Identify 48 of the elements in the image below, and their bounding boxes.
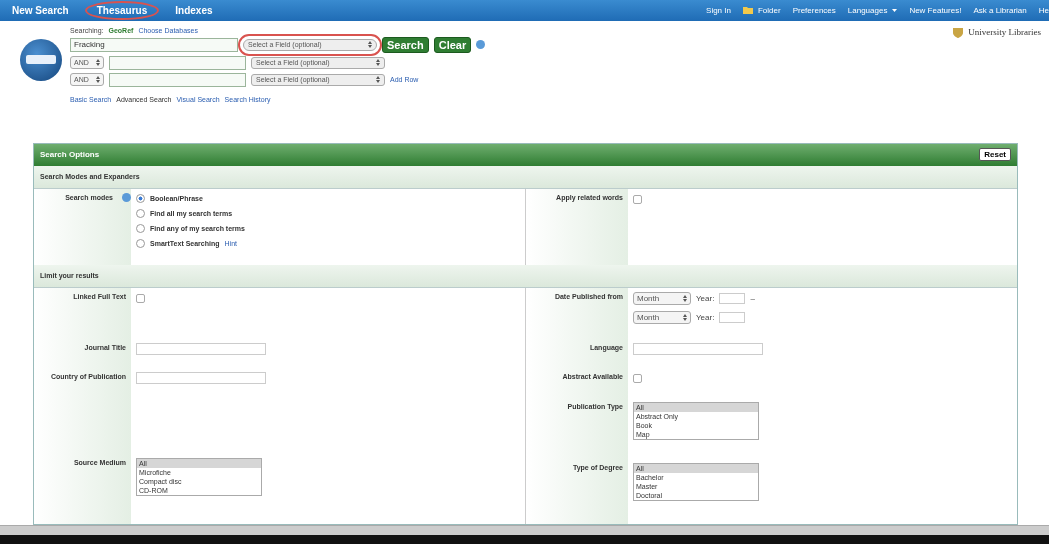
checkbox[interactable]	[633, 194, 642, 204]
panel-title: Search Options	[40, 150, 100, 160]
year-field[interactable]	[719, 311, 746, 323]
checkbox[interactable]	[633, 373, 642, 383]
search-action-button[interactable]: Clear	[433, 36, 472, 53]
input-field[interactable]	[136, 342, 266, 355]
radio-button[interactable]	[136, 238, 145, 248]
help-icon[interactable]	[476, 40, 486, 50]
radio-button[interactable]	[136, 193, 145, 203]
nav-link[interactable]: Thesaurus	[84, 0, 160, 20]
help-icon[interactable]	[122, 192, 131, 202]
nav-link[interactable]: New Features!	[909, 5, 962, 15]
select-arrows-icon	[96, 76, 100, 84]
year-field[interactable]	[719, 292, 746, 304]
select-arrows-icon	[376, 76, 380, 84]
nav-link[interactable]: Indexes	[171, 2, 217, 18]
search-field[interactable]	[109, 55, 246, 70]
year-label: Year:	[696, 293, 715, 303]
nav-link[interactable]: He	[1038, 5, 1049, 15]
select-arrows-icon	[368, 41, 372, 49]
month-select[interactable]: Month	[633, 291, 691, 305]
folder-icon	[742, 6, 753, 15]
month-select[interactable]: Month	[633, 310, 691, 324]
checkbox[interactable]	[136, 293, 145, 303]
search-action-button[interactable]: Search	[382, 36, 429, 53]
radio-button[interactable]	[136, 223, 145, 233]
nav-link[interactable]: Languages	[847, 5, 888, 15]
search-field[interactable]	[109, 72, 246, 87]
reset-button[interactable]: Reset	[979, 148, 1011, 162]
shield-icon	[952, 26, 965, 39]
radio-button[interactable]	[136, 208, 145, 218]
select-arrows-icon	[376, 59, 380, 67]
select-arrows-icon	[683, 294, 687, 302]
nav-link[interactable]: Folder	[757, 5, 781, 15]
nav-link[interactable]: Ask a Librarian	[973, 5, 1027, 15]
input-field[interactable]	[633, 342, 763, 355]
select-arrows-icon	[683, 313, 687, 321]
search-field[interactable]: Fracking	[70, 37, 238, 52]
year-label: Year:	[696, 312, 715, 322]
nav-link[interactable]: Preferences	[792, 5, 836, 15]
caret-icon	[892, 8, 898, 12]
select-arrows-icon	[96, 59, 100, 67]
input-field[interactable]	[136, 371, 266, 384]
dash-text: –	[750, 293, 755, 303]
nav-link[interactable]: New Search	[8, 2, 73, 18]
library-name: University Libraries	[968, 26, 1041, 37]
nav-link[interactable]: Sign In	[706, 5, 731, 15]
logo-icon	[20, 38, 62, 81]
